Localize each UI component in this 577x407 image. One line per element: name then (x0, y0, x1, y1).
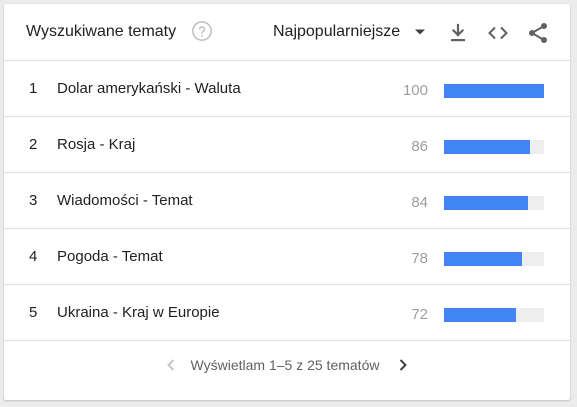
rank-number: 3 (29, 192, 38, 209)
score-bar-track (444, 252, 544, 266)
score-bar-fill (444, 84, 544, 98)
topics-list: 1 Dolar amerykański - Waluta 100 2 Rosja… (4, 61, 570, 341)
rank-number: 1 (29, 80, 38, 97)
list-item[interactable]: 4 Pogoda - Temat 78 (4, 229, 570, 285)
card-header: Wyszukiwane tematy Najpopularniejsze (4, 4, 570, 61)
help-circle-icon[interactable] (191, 20, 213, 42)
topic-name: Dolar amerykański - Waluta (57, 80, 241, 97)
list-item[interactable]: 1 Dolar amerykański - Waluta 100 (4, 61, 570, 117)
rank-number: 4 (29, 248, 38, 265)
score-value: 86 (411, 138, 428, 155)
sort-dropdown-value: Najpopularniejsze (273, 23, 401, 40)
score-bar-fill (444, 196, 528, 210)
score-value: 84 (411, 194, 428, 211)
score-value: 78 (411, 250, 428, 267)
embed-code-icon[interactable] (486, 21, 510, 45)
pagination: Wyświetlam 1–5 z 25 tematów (4, 346, 570, 384)
download-icon[interactable] (446, 21, 470, 45)
share-icon[interactable] (526, 21, 550, 45)
list-item[interactable]: 3 Wiadomości - Temat 84 (4, 173, 570, 229)
related-topics-card: Wyszukiwane tematy Najpopularniejsze 1 D… (4, 4, 570, 400)
score-bar-fill (444, 308, 516, 322)
topic-name: Ukraina - Kraj w Europie (57, 304, 220, 321)
topic-name: Wiadomości - Temat (57, 192, 193, 209)
score-bar-track (444, 84, 544, 98)
topic-name: Pogoda - Temat (57, 248, 163, 265)
pagination-text: Wyświetlam 1–5 z 25 tematów (190, 357, 380, 373)
sort-dropdown[interactable]: Najpopularniejsze (273, 19, 426, 45)
chevron-left-icon[interactable] (159, 353, 183, 377)
score-bar-fill (444, 252, 522, 266)
score-bar-fill (444, 140, 530, 154)
score-value: 100 (402, 82, 428, 99)
score-bar-track (444, 196, 544, 210)
rank-number: 5 (29, 304, 38, 321)
topic-name: Rosja - Kraj (57, 136, 136, 153)
score-value: 72 (411, 306, 428, 323)
list-item[interactable]: 2 Rosja - Kraj 86 (4, 117, 570, 173)
rank-number: 2 (29, 136, 38, 153)
score-bar-track (444, 140, 544, 154)
chevron-right-icon[interactable] (391, 353, 415, 377)
score-bar-track (444, 308, 544, 322)
list-item[interactable]: 5 Ukraina - Kraj w Europie 72 (4, 285, 570, 341)
caret-down-icon (415, 29, 426, 35)
card-title: Wyszukiwane tematy (26, 23, 177, 40)
